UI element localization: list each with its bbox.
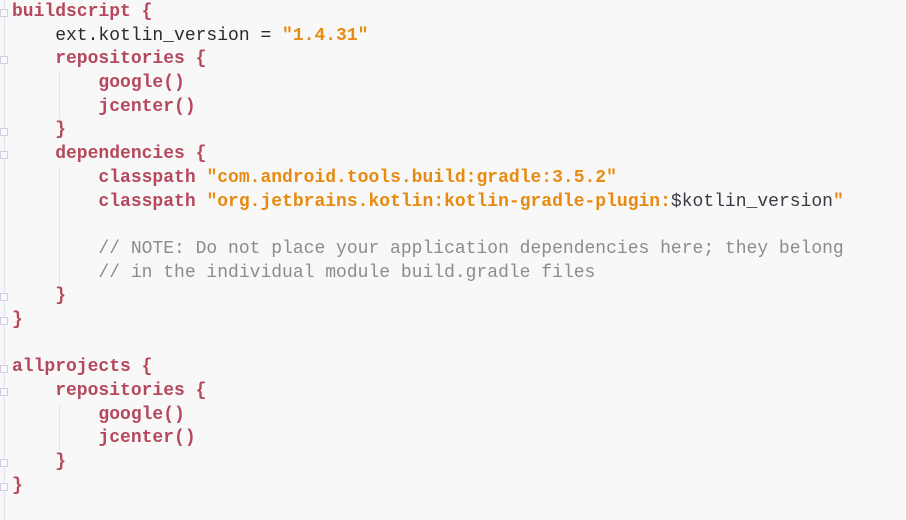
code-line[interactable]: buildscript { [12,1,844,25]
code-line[interactable] [12,214,844,238]
code-line[interactable]: ext.kotlin_version = "1.4.31" [12,25,844,49]
keyword-token: classpath [12,167,207,188]
fold-marker-icon[interactable] [0,483,8,491]
string-token: " [832,191,844,212]
indent-guide [59,166,60,286]
string-token: "1.4.31" [282,25,369,46]
keyword-token: } [12,475,23,496]
code-line[interactable]: allprojects { [12,356,844,380]
text-token: ext.kotlin_version = [12,25,283,46]
code-line[interactable]: classpath "com.android.tools.build:gradl… [12,167,844,191]
code-line[interactable]: } [12,119,844,143]
keyword-token: dependencies { [12,144,207,165]
code-line[interactable]: // NOTE: Do not place your application d… [12,238,844,262]
keyword-token: buildscript { [12,2,153,22]
fold-marker-icon[interactable] [0,317,8,326]
keyword-token: repositories { [12,381,207,401]
comment-token: // in the individual module build.gradle… [12,262,596,283]
code-line[interactable]: jcenter() [12,96,844,120]
code-line[interactable]: // in the individual module build.gradle… [12,262,844,286]
code-line[interactable]: repositories { [12,380,844,404]
code-line[interactable]: google() [12,404,844,428]
fold-marker-icon[interactable] [0,293,8,302]
code-line[interactable]: google() [12,72,844,96]
keyword-token: google() [12,73,185,94]
keyword-token: repositories { [12,49,207,70]
keyword-token: allprojects { [12,357,153,378]
keyword-token: google() [12,404,185,425]
comment-token: // NOTE: Do not place your application d… [12,238,844,259]
keyword-token: classpath [12,191,207,212]
code-line[interactable]: dependencies { [12,143,844,167]
string-token: "org.jetbrains.kotlin:kotlin-gradle-plug… [206,191,671,212]
gutter-rail [4,0,5,520]
editor-gutter [0,0,10,520]
code-line[interactable]: } [12,309,844,333]
fold-marker-icon[interactable] [0,364,8,373]
code-line[interactable] [12,333,844,357]
code-line[interactable]: } [12,285,844,309]
keyword-token: jcenter() [12,428,196,449]
fold-marker-icon[interactable] [0,9,8,17]
code-line[interactable]: repositories { [12,48,844,72]
indent-guide [59,403,60,452]
fold-marker-icon[interactable] [0,388,8,397]
keyword-token: } [12,452,67,473]
code-line[interactable]: classpath "org.jetbrains.kotlin:kotlin-g… [12,191,844,215]
keyword-token: } [12,120,67,141]
indent-guide [59,72,60,120]
fold-marker-icon[interactable] [0,127,8,136]
fold-marker-icon[interactable] [0,56,8,65]
code-line[interactable]: jcenter() [12,427,844,451]
code-editor[interactable]: buildscript { ext.kotlin_version = "1.4.… [12,1,844,498]
keyword-token: jcenter() [12,96,196,117]
keyword-token: } [12,309,23,330]
string-token: "com.android.tools.build:gradle:3.5.2" [206,167,617,188]
code-line[interactable]: } [12,451,844,475]
keyword-token: } [12,286,67,307]
fold-marker-icon[interactable] [0,151,8,160]
code-line[interactable]: } [12,475,844,499]
fold-marker-icon[interactable] [0,459,8,468]
variable-token: $kotlin_version [670,191,833,212]
